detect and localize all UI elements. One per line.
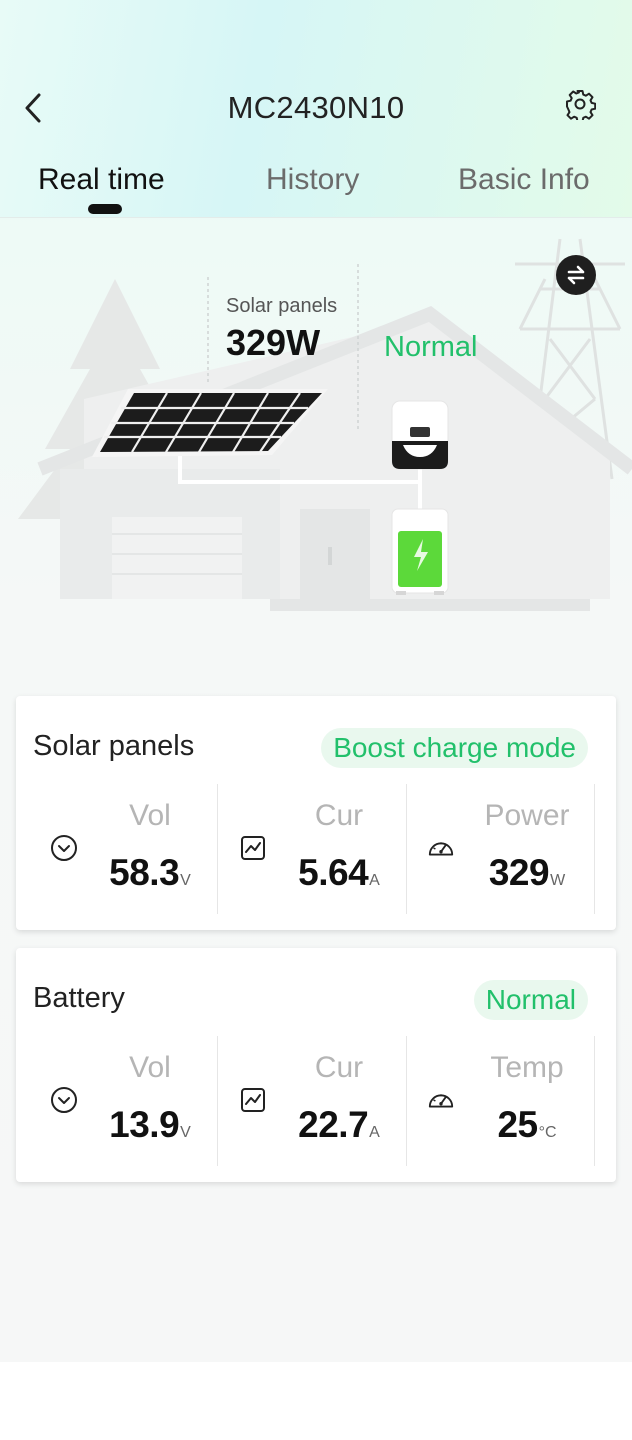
battery-icon <box>391 508 449 595</box>
value-number: 329 <box>488 852 550 893</box>
value-unit: A <box>369 872 380 889</box>
active-tab-indicator <box>88 204 122 214</box>
value-number: 5.64 <box>298 852 369 893</box>
metric-label: Temp <box>490 1051 564 1084</box>
value-unit: V <box>180 872 191 889</box>
value-unit: °C <box>538 1124 557 1141</box>
battery-current: Cur 22.7A <box>219 1036 407 1166</box>
value-unit: V <box>180 1124 191 1141</box>
solar-voltage: Vol 58.3V <box>30 784 218 914</box>
swap-button[interactable] <box>556 255 596 295</box>
tab-basic-info[interactable]: Basic Info <box>458 163 590 197</box>
metric-value: 58.3V <box>90 852 210 894</box>
metric-label: Cur <box>314 1051 364 1084</box>
metric-value: 5.64A <box>279 852 399 894</box>
metric-value: 25°C <box>467 1104 587 1146</box>
mode-badge: Boost charge mode <box>321 728 588 768</box>
metric-value: 13.9V <box>90 1104 210 1146</box>
app-screen: MC2430N10 Real time History Basic Info S… <box>0 0 632 1362</box>
current-chart-icon <box>239 834 267 862</box>
charge-controller-icon <box>391 400 449 470</box>
metric-label: Cur <box>314 799 364 832</box>
metric-label: Power <box>484 799 570 832</box>
system-diagram <box>0 219 632 639</box>
battery-card: Battery Normal Vol 13.9V Cur 22.7A Temp … <box>16 948 616 1182</box>
house-illustration <box>18 238 632 611</box>
value-unit: W <box>550 872 566 889</box>
battery-temperature: Temp 25°C <box>407 1036 595 1166</box>
page-title: MC2430N10 <box>227 90 405 125</box>
value-number: 58.3 <box>109 852 180 893</box>
value-number: 22.7 <box>298 1104 369 1145</box>
status-badge: Normal <box>473 980 588 1020</box>
scene-status: Normal <box>384 331 478 363</box>
tab-history[interactable]: History <box>266 163 359 197</box>
voltage-icon <box>50 834 78 862</box>
value-number: 13.9 <box>109 1104 180 1145</box>
metric-value: 329W <box>467 852 587 894</box>
voltage-icon <box>50 1086 78 1114</box>
metric-label: Vol <box>129 1051 171 1084</box>
metric-value: 22.7A <box>279 1104 399 1146</box>
solar-power: Power 329W <box>407 784 595 914</box>
gauge-icon <box>427 834 455 862</box>
solar-panels-card: Solar panels Boost charge mode Vol 58.3V… <box>16 696 616 930</box>
scene-solar-power: 329W <box>226 322 321 363</box>
gauge-icon <box>427 1086 455 1114</box>
battery-voltage: Vol 13.9V <box>30 1036 218 1166</box>
current-chart-icon <box>239 1086 267 1114</box>
card-title: Battery <box>33 982 125 1014</box>
gear-icon <box>566 90 596 120</box>
card-title: Solar panels <box>33 730 195 762</box>
value-unit: A <box>369 1124 380 1141</box>
solar-current: Cur 5.64A <box>219 784 407 914</box>
value-number: 25 <box>497 1104 538 1145</box>
settings-button[interactable] <box>560 84 600 124</box>
tab-real-time[interactable]: Real time <box>38 163 165 197</box>
scene-solar-label: Solar panels <box>226 295 338 317</box>
swap-icon <box>567 265 585 285</box>
metric-label: Vol <box>129 799 171 832</box>
